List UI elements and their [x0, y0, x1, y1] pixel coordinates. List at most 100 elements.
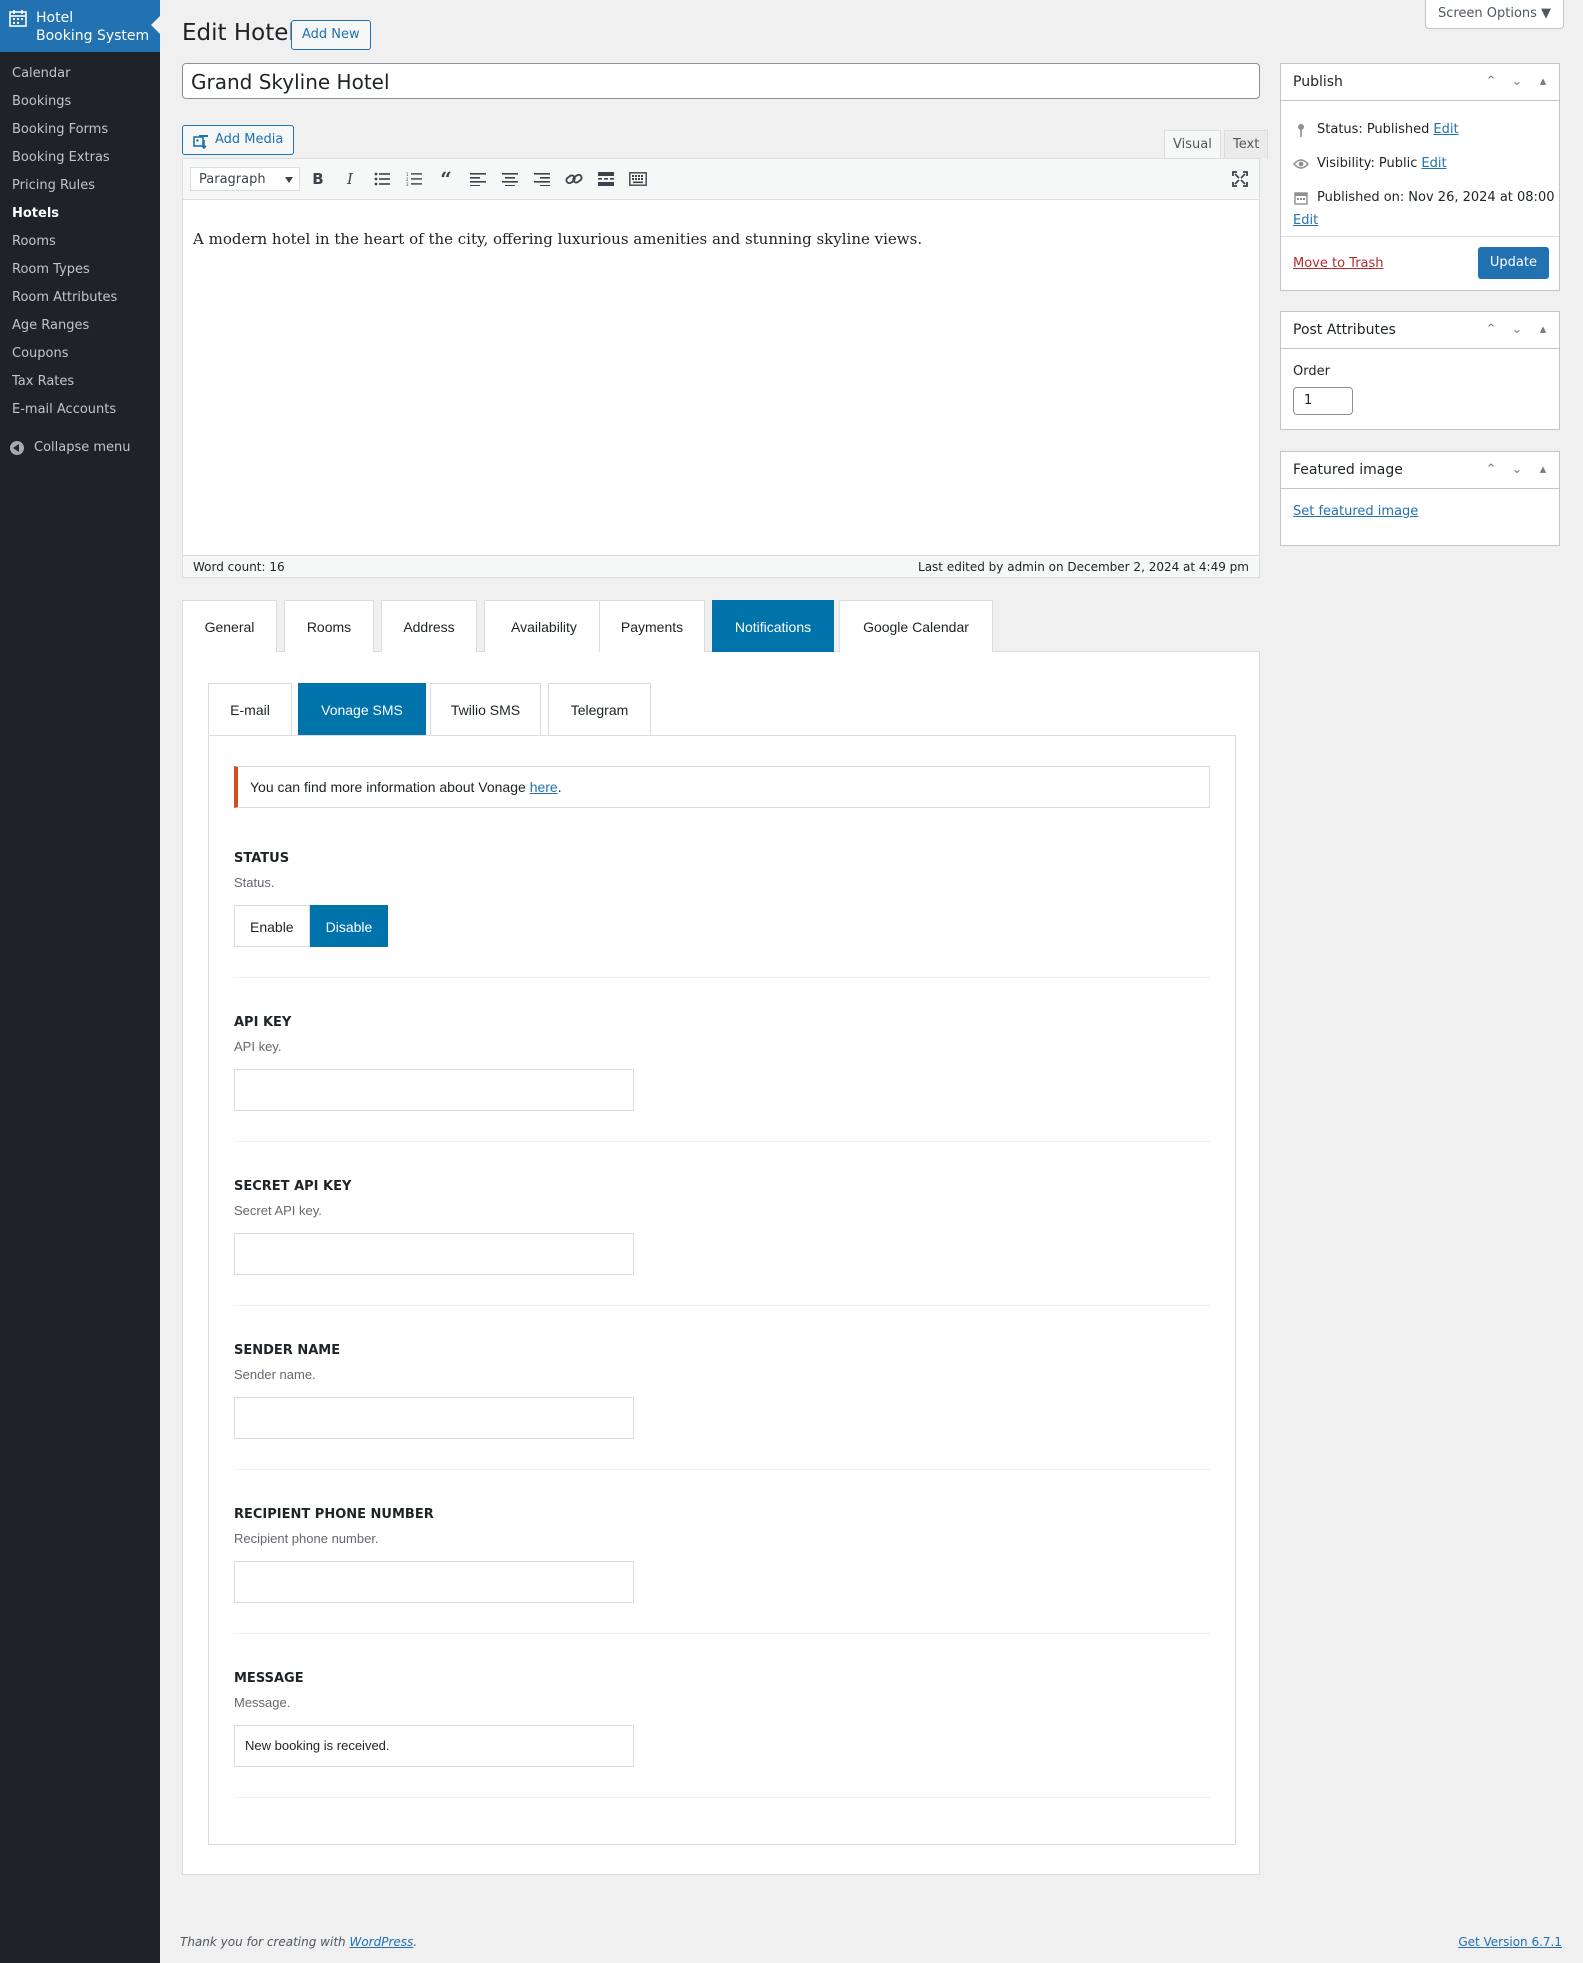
sidebar-item-booking-extras[interactable]: Booking Extras: [0, 144, 160, 172]
sidebar-item-hotels[interactable]: Hotels: [0, 200, 160, 228]
recipient-phone-field: RECIPIENT PHONE NUMBER Recipient phone n…: [234, 1507, 1210, 1634]
set-featured-image-link[interactable]: Set featured image: [1293, 504, 1418, 519]
move-up-icon[interactable]: ⌃: [1483, 312, 1499, 348]
fullscreen-icon[interactable]: [1229, 169, 1251, 189]
status-edit-link[interactable]: Edit: [1433, 122, 1458, 137]
wordpress-link[interactable]: WordPress: [349, 1935, 413, 1949]
subtab-email[interactable]: E-mail: [208, 683, 292, 736]
tab-notifications[interactable]: Notifications: [712, 600, 834, 652]
sender-name-desc: Sender name.: [234, 1367, 316, 1382]
tab-google-calendar[interactable]: Google Calendar: [839, 600, 993, 652]
sidebar-item-age-ranges[interactable]: Age Ranges: [0, 312, 160, 340]
italic-icon[interactable]: I: [339, 169, 361, 189]
subtab-vonage-sms[interactable]: Vonage SMS: [298, 683, 426, 736]
link-icon[interactable]: [563, 169, 585, 189]
tab-payments[interactable]: Payments: [599, 600, 705, 652]
sidebar-item-calendar[interactable]: Calendar: [0, 60, 160, 88]
field-divider: [234, 1797, 1210, 1798]
footer-text: Thank you for creating with: [180, 1935, 350, 1949]
move-down-icon[interactable]: ⌄: [1509, 312, 1525, 348]
status-field-desc: Status.: [234, 875, 275, 890]
status-field: STATUS Status. Enable Disable: [234, 851, 1210, 978]
tab-text[interactable]: Text: [1224, 130, 1269, 159]
add-new-button[interactable]: Add New: [291, 20, 371, 50]
post-title-input[interactable]: Grand Skyline Hotel: [182, 63, 1260, 99]
align-left-icon[interactable]: [467, 169, 489, 189]
pin-icon: [1293, 123, 1309, 137]
subtab-telegram[interactable]: Telegram: [548, 683, 651, 736]
editor-content[interactable]: A modern hotel in the heart of the city,…: [183, 200, 1259, 248]
blockquote-icon[interactable]: “: [435, 167, 457, 191]
published-value: Nov 26, 2024 at 08:00: [1408, 190, 1555, 205]
sidebar-item-tax-rates[interactable]: Tax Rates: [0, 368, 160, 396]
editor-toolbar: Paragraph B I 123 “: [183, 159, 1259, 200]
page-title: Edit Hotel: [182, 20, 295, 46]
status-row: Status: Published Edit: [1293, 122, 1459, 137]
align-center-icon[interactable]: [499, 169, 521, 189]
sidebar-item-coupons[interactable]: Coupons: [0, 340, 160, 368]
toggle-panel-icon[interactable]: ▴: [1535, 312, 1551, 348]
screen-options-button[interactable]: Screen Options ▼: [1425, 0, 1564, 29]
move-up-icon[interactable]: ⌃: [1483, 452, 1499, 488]
secret-api-key-input[interactable]: [234, 1233, 634, 1275]
sidebar-item-bookings[interactable]: Bookings: [0, 88, 160, 116]
numbered-list-icon[interactable]: 123: [403, 169, 425, 189]
disable-button[interactable]: Disable: [309, 905, 389, 947]
bullet-list-icon[interactable]: [371, 169, 393, 189]
published-edit-link[interactable]: Edit: [1293, 213, 1318, 228]
notice-link[interactable]: here: [530, 779, 558, 795]
sender-name-field: SENDER NAME Sender name.: [234, 1343, 1210, 1470]
calendar-icon: [9, 9, 27, 31]
sidebar-item-pricing-rules[interactable]: Pricing Rules: [0, 172, 160, 200]
sidebar-brand[interactable]: Hotel Booking System: [0, 0, 160, 52]
bold-icon[interactable]: B: [307, 169, 329, 189]
vonage-settings: You can find more information about Vona…: [208, 735, 1236, 1845]
tab-address[interactable]: Address: [381, 600, 477, 652]
move-down-icon[interactable]: ⌄: [1509, 452, 1525, 488]
format-select[interactable]: Paragraph: [190, 167, 300, 191]
sidebar-item-rooms[interactable]: Rooms: [0, 228, 160, 256]
order-input[interactable]: 1: [1293, 387, 1353, 415]
move-to-trash-link[interactable]: Move to Trash: [1293, 256, 1384, 271]
sidebar-item-booking-forms[interactable]: Booking Forms: [0, 116, 160, 144]
brand-line-1: Hotel: [36, 10, 74, 26]
read-more-icon[interactable]: [595, 169, 617, 189]
add-media-button[interactable]: Add Media: [182, 125, 295, 155]
post-attributes-header: Post Attributes ⌃ ⌄ ▴: [1281, 312, 1559, 349]
toggle-panel-icon[interactable]: ▴: [1535, 452, 1551, 488]
sender-name-input[interactable]: [234, 1397, 634, 1439]
tab-general[interactable]: General: [182, 600, 277, 652]
toggle-panel-icon[interactable]: ▴: [1535, 64, 1551, 100]
sidebar-item-email-accounts[interactable]: E-mail Accounts: [0, 396, 160, 424]
recipient-phone-input[interactable]: [234, 1561, 634, 1603]
status-label: Status:: [1317, 122, 1363, 137]
visibility-edit-link[interactable]: Edit: [1421, 156, 1446, 171]
post-attributes-box: Post Attributes ⌃ ⌄ ▴ Order 1: [1280, 311, 1560, 430]
tab-visual[interactable]: Visual: [1164, 130, 1221, 160]
subtab-twilio-sms[interactable]: Twilio SMS: [430, 683, 541, 736]
sidebar-item-room-attributes[interactable]: Room Attributes: [0, 284, 160, 312]
api-key-input[interactable]: [234, 1069, 634, 1111]
move-up-icon[interactable]: ⌃: [1483, 64, 1499, 100]
sidebar-item-room-types[interactable]: Room Types: [0, 256, 160, 284]
collapse-menu-button[interactable]: Collapse menu: [10, 440, 131, 455]
toolbar-toggle-icon[interactable]: [627, 169, 649, 189]
message-label: MESSAGE: [234, 1671, 304, 1686]
update-button[interactable]: Update: [1477, 247, 1549, 279]
svg-text:3: 3: [406, 182, 409, 186]
secret-api-key-desc: Secret API key.: [234, 1203, 322, 1218]
hotel-settings-panel: General Rooms Address Availability Payme…: [182, 600, 1260, 1875]
tab-availability[interactable]: Availability: [484, 600, 604, 652]
secret-api-key-field: SECRET API KEY Secret API key.: [234, 1179, 1210, 1306]
message-input[interactable]: New booking is received.: [234, 1725, 634, 1767]
eye-icon: [1293, 158, 1309, 170]
featured-image-title: Featured image: [1293, 462, 1403, 478]
tab-rooms[interactable]: Rooms: [284, 600, 374, 652]
published-label: Published on:: [1317, 190, 1405, 205]
sender-name-label: SENDER NAME: [234, 1343, 341, 1358]
get-version-link[interactable]: Get Version 6.7.1: [1458, 1935, 1562, 1949]
align-right-icon[interactable]: [531, 169, 553, 189]
move-down-icon[interactable]: ⌄: [1509, 64, 1525, 100]
recipient-phone-label: RECIPIENT PHONE NUMBER: [234, 1507, 434, 1522]
enable-button[interactable]: Enable: [234, 905, 310, 947]
